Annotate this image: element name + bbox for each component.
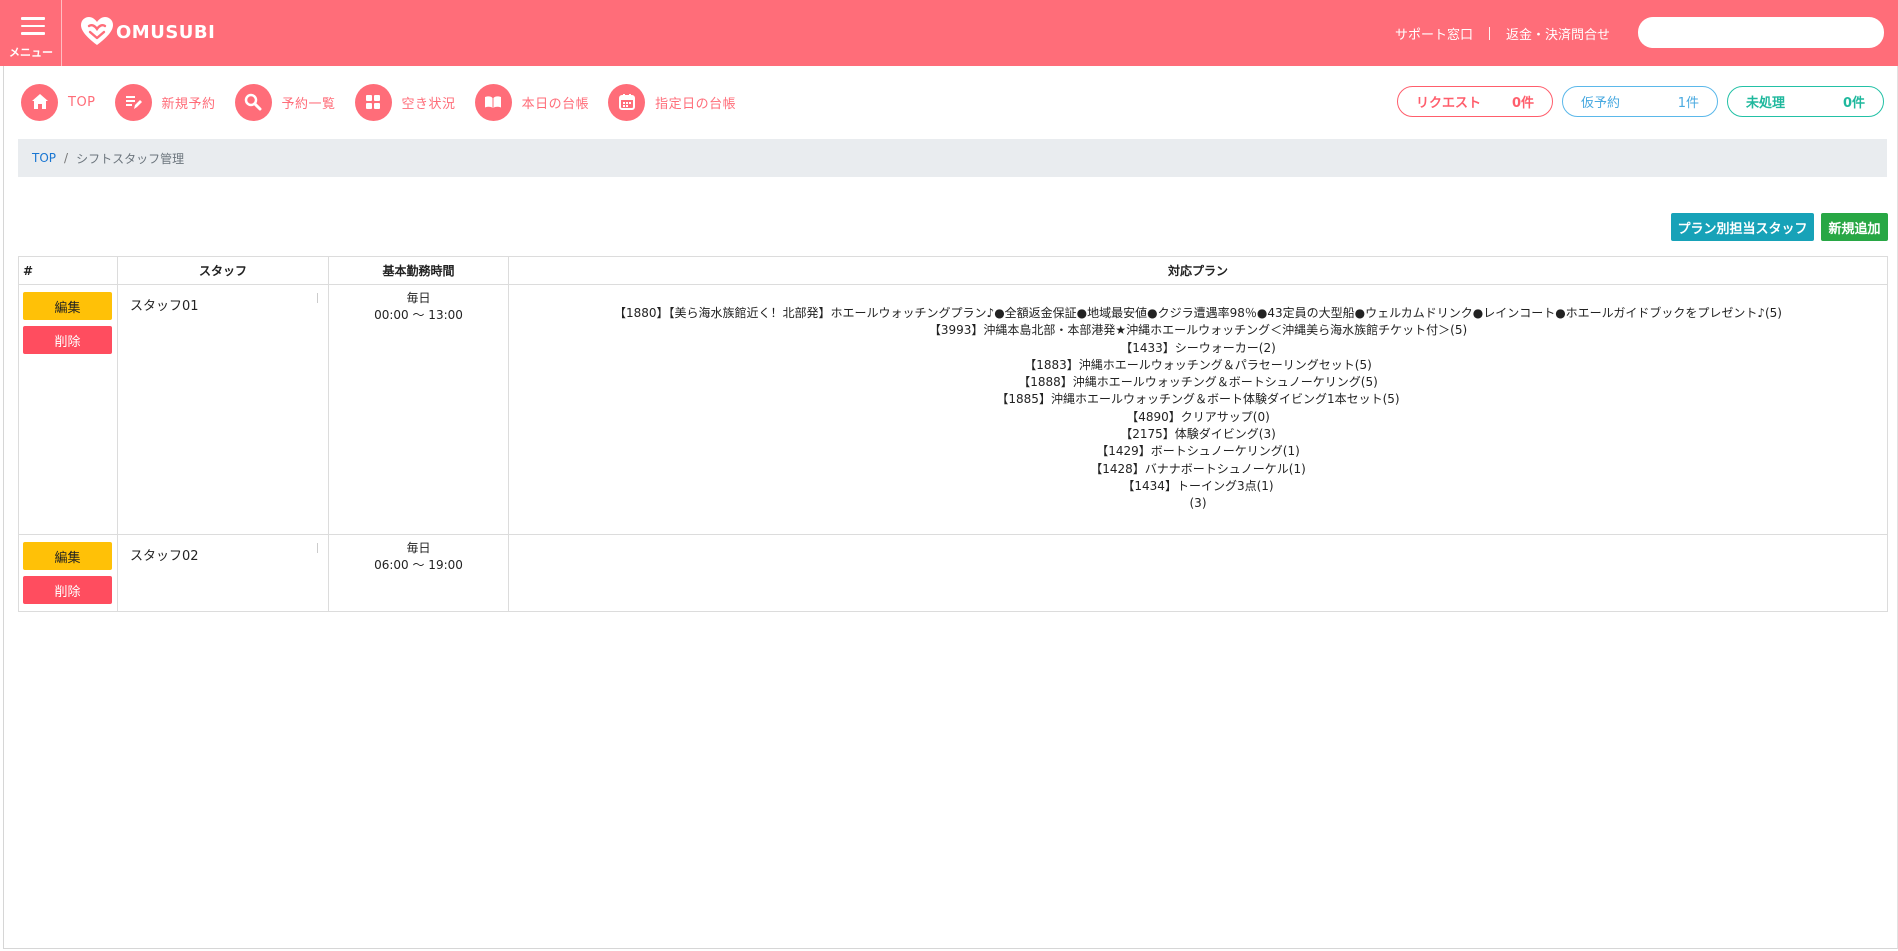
breadcrumb-home-link[interactable]: TOP <box>32 151 56 165</box>
nav-label: TOP <box>68 94 96 110</box>
hamburger-icon <box>21 17 45 35</box>
menu-button[interactable]: メニュー <box>0 0 62 66</box>
plan-item: 【1885】沖縄ホエールウォッチング＆ボート体験ダイビング1本セット(5) <box>996 392 1400 407</box>
logo-text: OMUSUBI <box>116 21 216 43</box>
work-time: 00:00 ～ 13:00 <box>374 308 463 322</box>
breadcrumb-current: シフトスタッフ管理 <box>76 151 185 166</box>
main-nav: TOP 新規予約 予約一覧 空き状況 本日の台帳 指定日の台帳 <box>21 83 755 121</box>
unprocessed-label: 未処理 <box>1746 96 1786 111</box>
work-day: 毎日 <box>406 541 431 555</box>
nav-date-ledger[interactable]: 指定日の台帳 <box>608 83 737 121</box>
nav-reservation-list[interactable]: 予約一覧 <box>234 83 336 121</box>
plan-item: 【4890】クリアサップ(0) <box>1126 409 1270 424</box>
plan-item: 【3993】沖縄本島北部・本部港発★沖縄ホエールウォッチング＜沖縄美ら海水族館チ… <box>928 323 1468 338</box>
plan-item: 【1428】バナナボートシュノーケル(1) <box>1090 461 1306 476</box>
tentative-count-pill[interactable]: 仮予約 1件 <box>1562 86 1718 117</box>
tentative-count: 1件 <box>1677 96 1699 111</box>
support-link[interactable]: サポート窓口 <box>1395 24 1473 43</box>
row-actions: 編集 削除 <box>18 284 118 535</box>
column-header-staff: スタッフ <box>117 256 329 285</box>
header-links: サポート窓口 返金・決済問合せ <box>1395 24 1610 43</box>
nav-label: 新規予約 <box>161 96 216 112</box>
logo[interactable]: OMUSUBI <box>80 15 215 49</box>
table-header-row: # スタッフ 基本勤務時間 対応プラン <box>18 256 1888 285</box>
nav-label: 本日の台帳 <box>521 96 590 112</box>
plan-list: 【1880】【美ら海水族館近く！北部発】ホエールウォッチングプラン♪●全額返金保… <box>508 284 1888 535</box>
plan-staff-button[interactable]: プラン別担当スタッフ <box>1671 213 1814 241</box>
plan-item: 【1883】沖縄ホエールウォッチング＆パラセーリングセット(5) <box>1024 357 1372 372</box>
work-time: 06:00 ～ 19:00 <box>374 558 463 572</box>
plan-list <box>508 534 1888 612</box>
refund-inquiry-link[interactable]: 返金・決済問合せ <box>1506 24 1610 43</box>
home-icon <box>21 83 58 121</box>
unprocessed-count-pill[interactable]: 未処理 0件 <box>1727 86 1884 117</box>
delete-button[interactable]: 削除 <box>23 326 112 354</box>
nav-new-reservation[interactable]: 新規予約 <box>114 83 216 121</box>
row-actions: 編集 削除 <box>18 534 118 612</box>
table-row: 編集 削除 スタッフ01 毎日 00:00 ～ 13:00 【1880】【美ら海… <box>18 284 1888 535</box>
request-count: 0件 <box>1511 96 1534 111</box>
add-new-button[interactable]: 新規追加 <box>1821 213 1888 241</box>
app-header: メニュー OMUSUBI サポート窓口 返金・決済問合せ <box>0 0 1898 66</box>
plan-item: 【1880】【美ら海水族館近く！北部発】ホエールウォッチングプラン♪●全額返金保… <box>614 306 1782 320</box>
plan-item: 【1429】ボートシュノーケリング(1) <box>1096 444 1300 459</box>
edit-icon <box>114 83 152 121</box>
tentative-label: 仮予約 <box>1581 96 1621 111</box>
plan-item: 【1434】トーイング3点(1) <box>1122 478 1274 493</box>
breadcrumb-separator: / <box>64 151 69 165</box>
omusubi-logo-icon <box>81 17 113 45</box>
breadcrumb: TOP / シフトスタッフ管理 <box>18 139 1887 177</box>
edit-button[interactable]: 編集 <box>23 542 112 570</box>
nav-today-ledger[interactable]: 本日の台帳 <box>474 83 590 121</box>
work-hours: 毎日 06:00 ～ 19:00 <box>328 534 509 612</box>
column-header-index: # <box>18 256 118 285</box>
nav-availability[interactable]: 空き状況 <box>354 83 456 121</box>
plan-item: (3) <box>1189 496 1207 511</box>
plan-item: 【2175】体験ダイビング(3) <box>1120 427 1276 442</box>
request-count-pill[interactable]: リクエスト 0件 <box>1397 86 1553 117</box>
nav-label: 予約一覧 <box>281 96 336 112</box>
menu-label: メニュー <box>9 46 53 59</box>
unprocessed-count: 0件 <box>1842 96 1865 111</box>
column-header-hours: 基本勤務時間 <box>328 256 509 285</box>
staff-name: スタッフ02 <box>117 534 329 612</box>
nav-top[interactable]: TOP <box>21 83 96 121</box>
table-row: 編集 削除 スタッフ02 毎日 06:00 ～ 19:00 <box>18 534 1888 612</box>
staff-table: # スタッフ 基本勤務時間 対応プラン 編集 削除 スタッフ01 毎日 00:0… <box>18 256 1888 612</box>
book-icon <box>474 83 512 121</box>
work-day: 毎日 <box>406 291 431 305</box>
plan-item: 【1888】沖縄ホエールウォッチング＆ボートシュノーケリング(5) <box>1018 375 1378 390</box>
column-header-plans: 対応プラン <box>508 256 1888 285</box>
delete-button[interactable]: 削除 <box>23 576 112 604</box>
calendar-icon <box>608 83 646 121</box>
staff-name: スタッフ01 <box>117 284 329 535</box>
header-link-divider <box>1488 27 1490 40</box>
request-label: リクエスト <box>1416 96 1482 111</box>
work-hours: 毎日 00:00 ～ 13:00 <box>328 284 509 535</box>
grid-icon <box>354 83 392 121</box>
search-input[interactable] <box>1638 17 1884 48</box>
nav-label: 指定日の台帳 <box>655 96 737 112</box>
nav-label: 空き状況 <box>401 96 456 112</box>
edit-button[interactable]: 編集 <box>23 292 112 320</box>
search-icon <box>234 83 272 121</box>
plan-item: 【1433】シーウォーカー(2) <box>1120 340 1276 355</box>
